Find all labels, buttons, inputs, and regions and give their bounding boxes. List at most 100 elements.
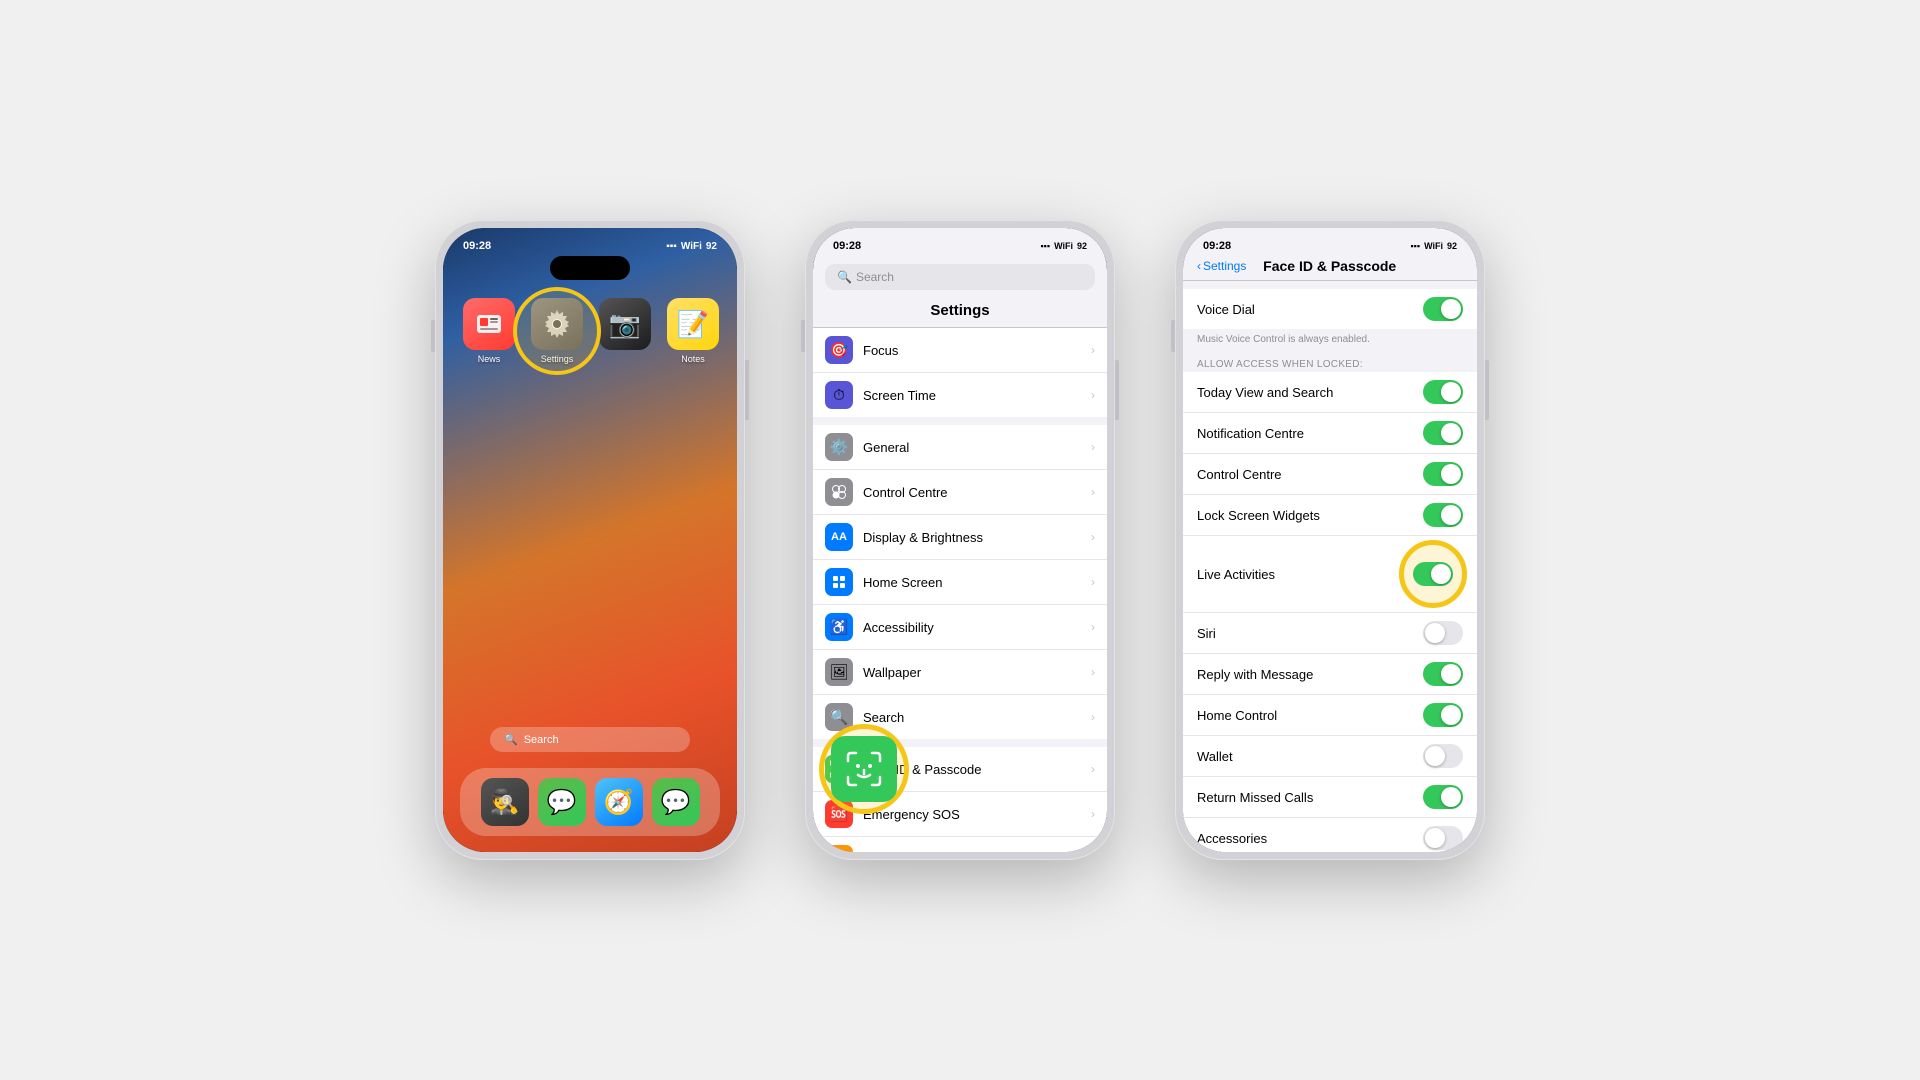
notification-centre-row[interactable]: Notification Centre [1183, 413, 1477, 454]
settings-row-emergency[interactable]: 🆘 Emergency SOS › [813, 792, 1107, 837]
dock: 🕵️ 💬 🧭 💬 [460, 768, 720, 836]
focus-label: Focus [863, 343, 1081, 358]
settings-row-controlcentre[interactable]: Control Centre › [813, 470, 1107, 515]
voice-dial-row[interactable]: Voice Dial [1183, 289, 1477, 329]
notification-centre-label: Notification Centre [1197, 426, 1423, 441]
app-news[interactable]: News [463, 298, 515, 364]
voice-dial-label: Voice Dial [1197, 302, 1423, 317]
wallet-toggle[interactable] [1423, 744, 1463, 768]
homescreen-label: Home Screen [863, 575, 1081, 590]
accessories-toggle[interactable] [1423, 826, 1463, 850]
control-centre-label: Control Centre [1197, 467, 1423, 482]
notes-label: Notes [681, 354, 705, 364]
settings-row-faceid[interactable]: Face ID & Passcode › [813, 747, 1107, 791]
screentime-chevron: › [1091, 388, 1095, 402]
lock-screen-widgets-toggle[interactable] [1423, 503, 1463, 527]
settings-row-display[interactable]: AA Display & Brightness › [813, 515, 1107, 560]
general-chevron: › [1091, 440, 1095, 454]
live-activities-row[interactable]: Live Activities [1183, 536, 1477, 613]
accessibility-icon: ♿ [825, 613, 853, 641]
accessories-row[interactable]: Accessories [1183, 818, 1477, 852]
focus-chevron: › [1091, 343, 1095, 357]
allow-locked-section: Today View and Search Notification Centr… [1183, 372, 1477, 852]
accessories-label: Accessories [1197, 831, 1423, 846]
settings-row-general[interactable]: ⚙️ General › [813, 425, 1107, 470]
back-chevron-icon: ‹ [1197, 259, 1201, 273]
control-centre-row[interactable]: Control Centre [1183, 454, 1477, 495]
return-calls-row[interactable]: Return Missed Calls [1183, 777, 1477, 818]
return-calls-label: Return Missed Calls [1197, 790, 1423, 805]
settings-row-exposure[interactable]: 🌡 Exposure Notifications › [813, 837, 1107, 852]
reply-message-row[interactable]: Reply with Message [1183, 654, 1477, 695]
settings-signal-icon: ▪▪▪ [1040, 241, 1050, 251]
lock-screen-widgets-row[interactable]: Lock Screen Widgets [1183, 495, 1477, 536]
notes-icon: 📝 [667, 298, 719, 350]
settings-row-screentime[interactable]: ⏱ Screen Time › [813, 373, 1107, 417]
faceid-wifi-icon: WiFi [1424, 241, 1443, 251]
settings-row-search[interactable]: 🔍 Search › [813, 695, 1107, 739]
search-row-chevron: › [1091, 710, 1095, 724]
reply-message-toggle[interactable] [1423, 662, 1463, 686]
faceid-row-icon [825, 755, 853, 783]
dock-icon-2[interactable]: 💬 [538, 778, 586, 826]
settings-time: 09:28 [833, 240, 861, 252]
dock-icon-3[interactable]: 🧭 [595, 778, 643, 826]
home-status-bar: 09:28 ▪▪▪ WiFi 92 [443, 228, 737, 256]
live-activities-toggle[interactable] [1413, 562, 1453, 586]
siri-toggle[interactable] [1423, 621, 1463, 645]
controlcentre-icon [825, 478, 853, 506]
emergency-label: Emergency SOS [863, 807, 1081, 822]
search-label: Search [524, 734, 559, 746]
wallet-row[interactable]: Wallet [1183, 736, 1477, 777]
back-button[interactable]: ‹ Settings [1197, 259, 1246, 273]
search-row-label: Search [863, 710, 1081, 725]
phone-1-home: 09:28 ▪▪▪ WiFi 92 [435, 220, 745, 860]
wifi-icon: WiFi [681, 241, 702, 252]
voice-dial-section: Voice Dial [1183, 289, 1477, 329]
wallpaper-icon: 🖼 [825, 658, 853, 686]
settings-wifi-icon: WiFi [1054, 241, 1073, 251]
controlcentre-chevron: › [1091, 485, 1095, 499]
control-centre-toggle[interactable] [1423, 462, 1463, 486]
settings-search-bar[interactable]: 🔍 Search [825, 264, 1095, 290]
screentime-label: Screen Time [863, 388, 1081, 403]
live-activities-label: Live Activities [1197, 567, 1403, 582]
display-label: Display & Brightness [863, 530, 1081, 545]
home-icons-grid: News Settings 📷 [443, 288, 737, 374]
general-icon: ⚙️ [825, 433, 853, 461]
notification-centre-toggle[interactable] [1423, 421, 1463, 445]
phone-2-settings: 09:28 ▪▪▪ WiFi 92 🔍 Search Settings 🎯 [805, 220, 1115, 860]
dock-icon-1[interactable]: 🕵️ [481, 778, 529, 826]
settings-row-wallpaper[interactable]: 🖼 Wallpaper › [813, 650, 1107, 695]
settings-row-accessibility[interactable]: ♿ Accessibility › [813, 605, 1107, 650]
today-view-row[interactable]: Today View and Search [1183, 372, 1477, 413]
faceid-row-chevron: › [1091, 762, 1095, 776]
app-notes[interactable]: 📝 Notes [667, 298, 719, 364]
faceid-time: 09:28 [1203, 240, 1231, 252]
settings-label: Settings [541, 354, 574, 364]
today-view-toggle[interactable] [1423, 380, 1463, 404]
home-control-toggle[interactable] [1423, 703, 1463, 727]
home-search-bar[interactable]: 🔍 Search [490, 727, 690, 752]
dynamic-island [550, 256, 630, 280]
homescreen-chevron: › [1091, 575, 1095, 589]
return-calls-toggle[interactable] [1423, 785, 1463, 809]
settings-row-homescreen[interactable]: Home Screen › [813, 560, 1107, 605]
app-camera[interactable]: 📷 [599, 298, 651, 364]
home-control-row[interactable]: Home Control [1183, 695, 1477, 736]
settings-row-faceid-wrapper: Face ID & Passcode › [813, 747, 1107, 792]
settings-row-focus[interactable]: 🎯 Focus › [813, 328, 1107, 373]
battery-icon: 92 [706, 241, 717, 252]
faceid-nav-bar: ‹ Settings Face ID & Passcode [1183, 256, 1477, 281]
settings-section-3: 🆘 Emergency SOS › 🌡 Exposure Notificatio… [813, 792, 1107, 852]
app-settings[interactable]: Settings [531, 298, 583, 364]
faceid-signal-icon: ▪▪▪ [1410, 241, 1420, 251]
faceid-status-bar: 09:28 ▪▪▪ WiFi 92 [1183, 228, 1477, 256]
signal-icon: ▪▪▪ [666, 241, 677, 252]
faceid-screen: 09:28 ▪▪▪ WiFi 92 ‹ Settings Face ID & P… [1183, 228, 1477, 852]
siri-row[interactable]: Siri [1183, 613, 1477, 654]
search-row-icon: 🔍 [825, 703, 853, 731]
faceid-status-icons: ▪▪▪ WiFi 92 [1410, 241, 1457, 251]
voice-dial-toggle[interactable] [1423, 297, 1463, 321]
dock-icon-4[interactable]: 💬 [652, 778, 700, 826]
